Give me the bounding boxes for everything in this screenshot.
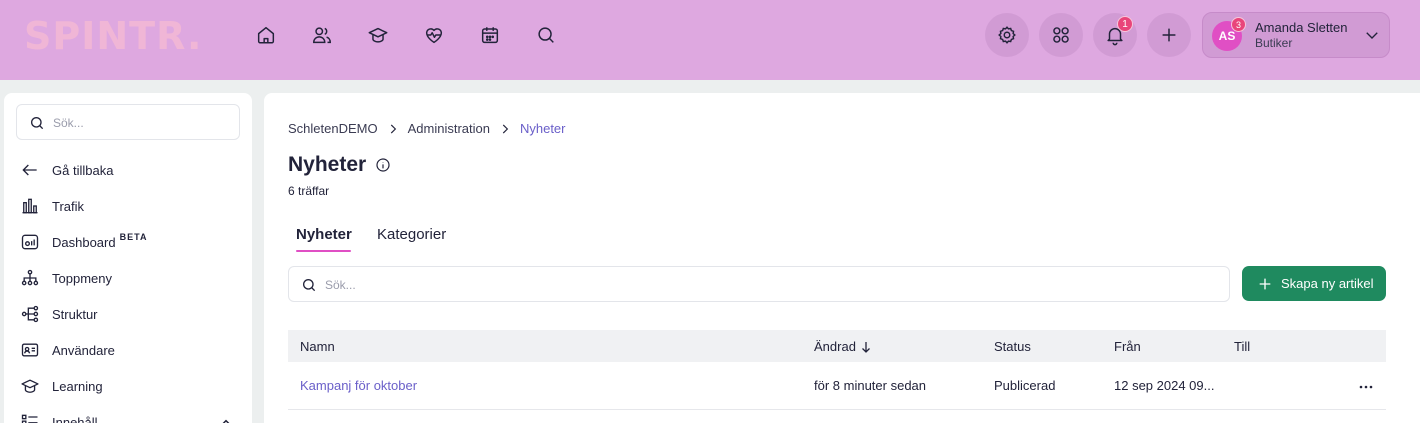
user-name: Amanda Sletten: [1255, 20, 1348, 35]
changed-cell: för 8 minuter sedan: [814, 378, 927, 393]
gear-icon: [998, 26, 1016, 44]
graduation-cap-icon[interactable]: [364, 21, 392, 49]
notification-badge: 1: [1117, 16, 1133, 32]
apps-button[interactable]: [1039, 13, 1083, 57]
sidebar-item-toppmeny[interactable]: Toppmeny: [16, 263, 240, 293]
sidebar-item-back[interactable]: Gå tillbaka: [16, 155, 240, 185]
sidebar-item-label: Learning: [52, 378, 103, 394]
sidebar-item-label: Trafik: [52, 198, 85, 214]
column-header-andrad[interactable]: Ändrad: [814, 339, 871, 354]
tab-kategorier[interactable]: Kategorier: [377, 226, 446, 243]
sidebar-item-struktur[interactable]: Struktur: [16, 299, 240, 329]
spintr-logo[interactable]: SPINTR.: [24, 14, 202, 58]
tab-nyheter[interactable]: Nyheter: [296, 226, 352, 243]
hit-count: 6 träffar: [288, 184, 330, 198]
column-header-till[interactable]: Till: [1234, 339, 1250, 354]
calendar-icon[interactable]: [476, 21, 504, 49]
page-title: Nyheter: [288, 153, 367, 176]
more-options-icon[interactable]: [1358, 379, 1374, 395]
search-icon[interactable]: [532, 21, 560, 49]
sidebar-item-label: Innehåll: [52, 414, 98, 423]
search-icon: [31, 117, 44, 130]
breadcrumb-item[interactable]: SchletenDEMO: [288, 121, 378, 136]
sidebar-item-dashboard[interactable]: Dashboard BETA: [16, 227, 240, 257]
active-tab-indicator: [296, 250, 351, 252]
column-header-namn[interactable]: Namn: [300, 339, 335, 354]
top-bar: SPINTR. 1 AS 3 Amanda Sletten Butiker: [0, 0, 1420, 80]
plus-icon: [1259, 278, 1271, 289]
chevron-right-icon: [502, 124, 509, 133]
add-button[interactable]: [1147, 13, 1191, 57]
hierarchy-icon: [21, 269, 39, 286]
apps-grid-icon: [1053, 27, 1069, 43]
beta-badge: BETA: [119, 232, 148, 242]
id-card-icon: [21, 343, 39, 357]
column-header-label: Ändrad: [814, 339, 856, 354]
sidebar-item-learning[interactable]: Learning: [16, 371, 240, 401]
sidebar-search[interactable]: [16, 104, 240, 140]
sidebar: Gå tillbaka Trafik Dashboard BETA Toppme…: [4, 93, 252, 423]
table-row[interactable]: Kampanj för oktober för 8 minuter sedan …: [288, 366, 1386, 410]
info-icon[interactable]: [375, 157, 391, 173]
structure-icon: [21, 305, 39, 323]
notifications-button[interactable]: 1: [1093, 13, 1137, 57]
sidebar-item-trafik[interactable]: Trafik: [16, 191, 240, 221]
sidebar-item-label: Gå tillbaka: [52, 162, 114, 178]
status-cell: Publicerad: [994, 378, 1056, 393]
chevron-down-icon: [1366, 32, 1378, 39]
user-menu[interactable]: AS 3 Amanda Sletten Butiker: [1202, 12, 1390, 58]
sidebar-item-label: Användare: [52, 342, 115, 358]
article-name-link[interactable]: Kampanj för oktober: [300, 378, 417, 393]
sidebar-item-label: Toppmeny: [52, 270, 112, 286]
user-role: Butiker: [1255, 36, 1293, 50]
create-article-label: Skapa ny artikel: [1281, 276, 1374, 291]
sidebar-item-innehall[interactable]: Innehåll: [16, 407, 240, 423]
people-icon[interactable]: [308, 21, 336, 49]
sidebar-item-anvandare[interactable]: Användare: [16, 335, 240, 365]
sidebar-item-label: Struktur: [52, 306, 98, 322]
create-article-button[interactable]: Skapa ny artikel: [1242, 266, 1386, 301]
settings-button[interactable]: [985, 13, 1029, 57]
plus-icon: [1162, 28, 1176, 42]
breadcrumb-item[interactable]: Administration: [408, 121, 490, 136]
column-header-fran[interactable]: Från: [1114, 339, 1141, 354]
main-content: SchletenDEMO Administration Nyheter Nyhe…: [264, 93, 1420, 423]
home-icon[interactable]: [252, 21, 280, 49]
sidebar-item-label: Dashboard: [52, 234, 116, 250]
chevron-right-icon: [390, 124, 396, 133]
from-cell: 12 sep 2024 09...: [1114, 378, 1215, 393]
heart-pulse-icon[interactable]: [420, 21, 448, 49]
search-icon: [303, 279, 316, 292]
chevron-up-icon[interactable]: [216, 414, 236, 423]
avatar-badge: 3: [1231, 17, 1246, 32]
arrow-left-icon: [22, 164, 37, 176]
sidebar-search-input[interactable]: [53, 113, 233, 133]
breadcrumb: SchletenDEMO Administration Nyheter: [288, 121, 566, 136]
news-search[interactable]: [288, 266, 1230, 302]
news-search-input[interactable]: [325, 275, 1205, 295]
breadcrumb-current: Nyheter: [519, 121, 566, 136]
sort-arrow-down-icon: [861, 342, 870, 353]
column-header-status[interactable]: Status: [994, 339, 1031, 354]
table-header: Namn Ändrad Status Från Till: [288, 330, 1386, 362]
list-icon: [21, 414, 38, 423]
bar-chart-icon: [22, 198, 38, 214]
dashboard-icon: [21, 234, 39, 250]
graduation-cap-icon: [21, 379, 39, 393]
